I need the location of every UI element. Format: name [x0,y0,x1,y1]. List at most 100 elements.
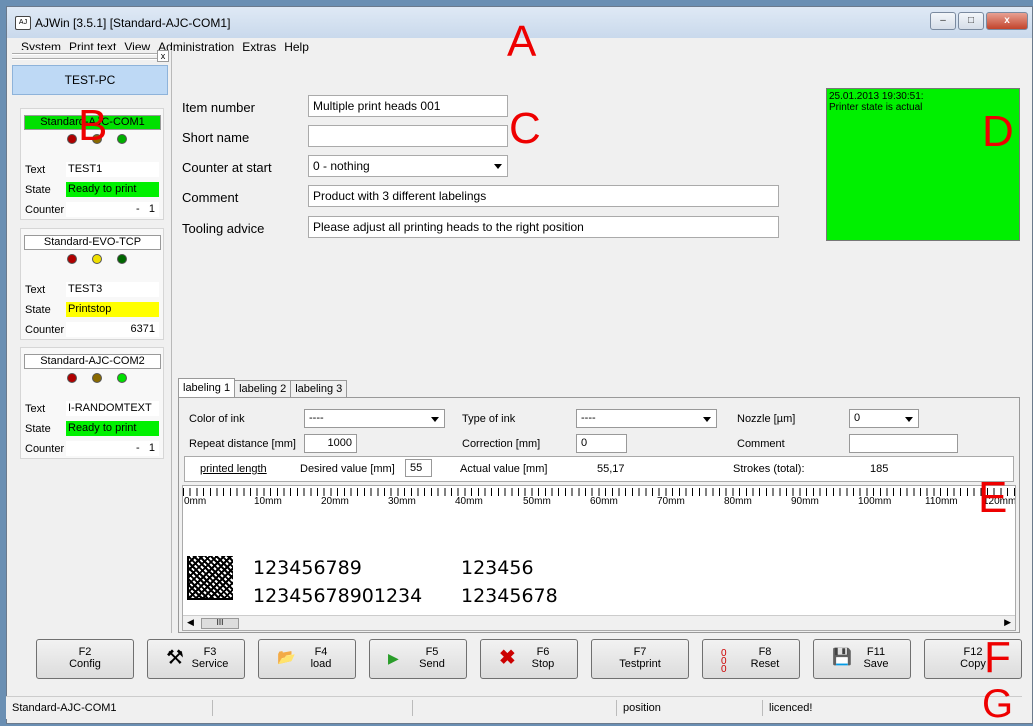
chevron-down-icon [431,417,439,422]
fkey-label: load [310,658,332,670]
repeat-distance-label: Repeat distance [mm] [189,438,296,450]
nozzle-select[interactable]: 0 [849,409,919,428]
annotation-f: F [984,633,1011,682]
chevron-down-icon [494,164,502,169]
chevron-down-icon [703,417,711,422]
fkey-label: Stop [531,658,555,670]
comment-label: Comment [182,190,239,205]
status-position: position [616,700,762,716]
state-label: State [25,423,51,435]
ruler-label: 100mm [858,496,892,507]
text-label: Text [25,403,46,415]
fkey-label: Service [191,658,229,670]
pc-name-header: TEST-PC [12,65,168,95]
counter-number: 1 [148,203,155,215]
green-light-icon [117,373,127,383]
horizontal-scrollbar[interactable]: ◀ III ▶ [183,615,1015,630]
printer-panel-3[interactable]: Standard-AJC-COM2 Text I-RANDOMTEXT Stat… [20,347,164,459]
short-name-input[interactable] [308,125,508,147]
function-key-toolbar: F2 Config ⚒ F3 Service 📂 F4 load ▶ F5 Send ✖… [6,636,1022,684]
printed-length-link[interactable]: printed length [200,463,267,475]
ruler-label: 60mm [590,496,618,507]
chevron-down-icon [905,417,913,422]
labeling-panel: Color of ink ---- Type of ink ---- Nozzl… [178,397,1020,633]
scroll-left-icon[interactable]: ◀ [187,617,194,628]
annotation-g: G [982,682,1014,726]
f3-service-button[interactable]: ⚒ F3 Service [147,639,245,679]
fkey: F7 [633,646,647,658]
item-number-label: Item number [182,100,255,115]
labeling-comment-label: Comment [737,438,785,450]
item-number-input[interactable]: Multiple print heads 001 [308,95,508,117]
nozzle-label: Nozzle [µm] [737,413,796,425]
comment-input[interactable]: Product with 3 different labelings [308,185,779,207]
correction-input[interactable]: 0 [576,434,627,453]
f6-stop-button[interactable]: ✖ F6 Stop [480,639,578,679]
labeling-comment-input[interactable] [849,434,958,453]
fkey-label: Config [69,658,101,670]
annotation-d: D [982,107,1014,156]
printer-counter-value: - 1 [66,202,159,217]
state-label: State [25,304,51,316]
color-of-ink-select[interactable]: ---- [304,409,445,428]
printer-name: Standard-AJC-COM2 [24,354,161,369]
tooling-advice-label: Tooling advice [182,221,265,236]
print-preview[interactable]: 0mm 10mm 20mm 30mm 40mm 50mm 60mm 70mm 8… [182,485,1016,631]
print-line-1a: 123456789 [253,557,362,579]
color-of-ink-label: Color of ink [189,413,245,425]
red-light-icon [67,373,77,383]
yellow-light-icon [92,254,102,264]
f8-reset-button[interactable]: 000 F8 Reset [702,639,800,679]
counter-label: Counter [25,204,65,216]
f7-testprint-button[interactable]: F7 Testprint [591,639,689,679]
print-line-2b: 12345678 [461,585,558,607]
ruler-label: 110mm [925,496,958,507]
counter-at-start-select[interactable]: 0 - nothing [308,155,508,177]
nozzle-value: 0 [854,412,861,424]
app-icon: AJ [15,16,31,30]
maximize-button[interactable]: □ [958,12,984,30]
desired-value-input[interactable]: 55 [405,459,432,477]
ruler-label: 20mm [321,496,349,507]
annotation-c: C [509,104,541,153]
printer-state-value: Ready to print [66,421,159,436]
datamatrix-code-icon [187,556,233,600]
counter-label: Counter [25,324,65,336]
tooling-advice-input[interactable]: Please adjust all printing heads to the … [308,216,779,238]
ruler-label: 70mm [657,496,685,507]
strokes-label: Strokes (total): [733,463,805,475]
sidebar-close-icon[interactable]: x [157,50,169,62]
measurement-row: printed length Desired value [mm] 55 Act… [184,456,1014,482]
f5-send-button[interactable]: ▶ F5 Send [369,639,467,679]
tab-labeling-1[interactable]: labeling 1 [178,378,236,398]
tab-labeling-3[interactable]: labeling 3 [290,380,348,398]
minimize-button[interactable]: – [930,12,956,30]
window-title: AJWin [3.5.1] [Standard-AJC-COM1] [35,16,231,30]
fkey: F8 [758,646,772,658]
f11-save-button[interactable]: 💾 F11 Save [813,639,911,679]
counter-at-start-value: 0 - nothing [313,159,370,173]
f4-load-button[interactable]: 📂 F4 load [258,639,356,679]
printer-panel-2[interactable]: Standard-EVO-TCP Text TEST3 State Prints… [20,228,164,340]
printer-counter-value: 6371 [66,322,159,337]
tab-labeling-2[interactable]: labeling 2 [234,380,292,398]
fkey-label: Testprint [619,658,661,670]
fkey-label: Save [863,658,889,670]
close-button[interactable]: x [986,12,1028,30]
repeat-distance-input[interactable]: 1000 [304,434,357,453]
sidebar-grip[interactable] [12,53,160,60]
scroll-thumb[interactable]: III [201,618,239,629]
type-of-ink-select[interactable]: ---- [576,409,717,428]
printer-counter-value: - 1 [66,441,159,456]
color-of-ink-value: ---- [309,412,324,424]
ruler-label: 30mm [388,496,416,507]
counter-reset-icon: 000 [721,648,727,675]
f2-config-button[interactable]: F2 Config [36,639,134,679]
scroll-right-icon[interactable]: ▶ [1004,617,1011,628]
printer-name: Standard-EVO-TCP [24,235,161,250]
actual-value: 55,17 [597,463,625,475]
text-label: Text [25,284,46,296]
printer-text-value: I-RANDOMTEXT [66,401,159,416]
fkey: F5 [425,646,439,658]
state-label: State [25,184,51,196]
